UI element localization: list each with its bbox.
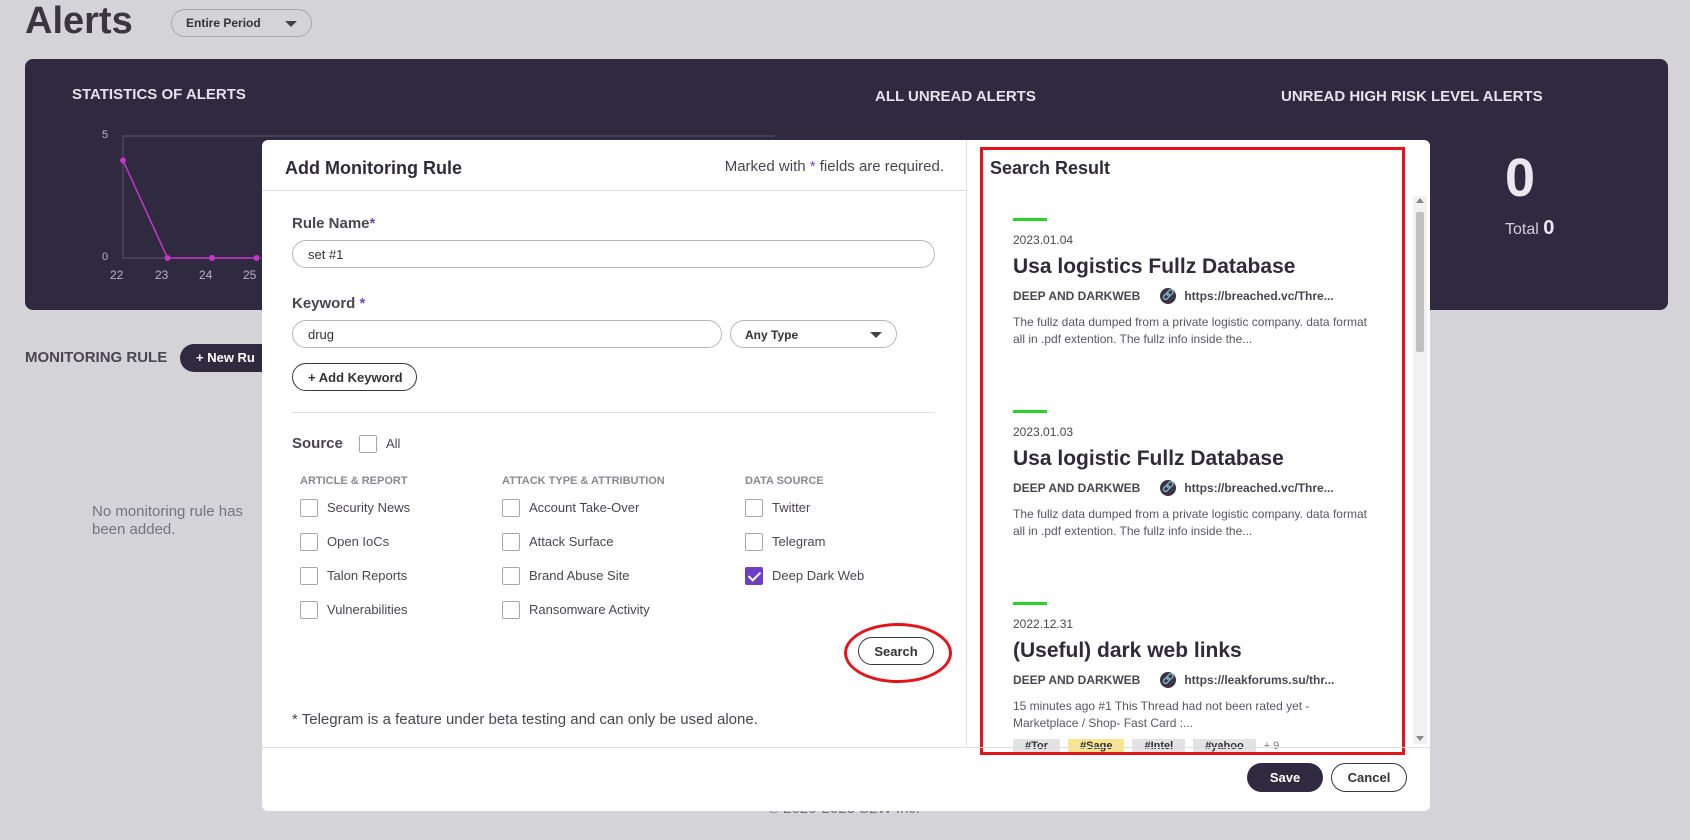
source-checkbox-label: Ransomware Activity (529, 602, 650, 617)
source-checkbox[interactable] (300, 601, 318, 619)
high-risk-title: UNREAD HIGH RISK LEVEL ALERTS (1281, 88, 1543, 105)
empty-message: No monitoring rule has been added. (92, 503, 243, 538)
rule-form: Add Monitoring Rule Marked with * fields… (262, 140, 966, 747)
source-checkbox-label: Talon Reports (327, 568, 408, 583)
source-all-checkbox[interactable] (359, 435, 377, 453)
search-result-pane: Search Result 2023.01.04 Usa logistics Fu… (967, 140, 1430, 755)
search-result-highlight (980, 147, 1405, 755)
high-risk-count: 0 (1505, 148, 1536, 208)
series-line (122, 160, 257, 259)
keyword-label-text: Keyword (292, 295, 356, 312)
category-heading: DATA SOURCE (745, 475, 824, 487)
source-checkbox-label: Security News (327, 500, 411, 515)
x-tick-label: 23 (155, 268, 169, 282)
divider (292, 412, 935, 413)
keyword-type-select[interactable]: Any Type (730, 320, 897, 348)
rule-name-label-text: Rule Name (292, 215, 370, 232)
period-select-value: Entire Period (186, 16, 261, 30)
scroll-up-icon[interactable] (1416, 198, 1424, 203)
source-checkbox-label: Twitter (772, 500, 811, 515)
rule-name-label: Rule Name* (292, 215, 375, 232)
monitoring-rule-label: MONITORING RULE (25, 349, 168, 366)
source-checkbox-label: Attack Surface (529, 534, 614, 549)
source-checkbox[interactable] (502, 567, 520, 585)
chevron-down-icon (870, 332, 882, 338)
required-star: * (369, 215, 376, 232)
data-point (164, 255, 171, 261)
cancel-button[interactable]: Cancel (1331, 763, 1407, 792)
period-select[interactable]: Entire Period (171, 9, 312, 37)
source-checkbox-label: Vulnerabilities (327, 602, 408, 617)
modal-title: Add Monitoring Rule (285, 158, 462, 178)
modal-footer: Save Cancel (262, 747, 1430, 811)
source-checkbox[interactable] (300, 567, 318, 585)
required-star: * (359, 295, 366, 312)
total-value: 0 (1543, 217, 1555, 239)
modal-header: Add Monitoring Rule Marked with * fields… (262, 140, 966, 191)
total-label: Total (1505, 221, 1539, 238)
rule-name-input[interactable]: set #1 (292, 240, 935, 268)
source-checkbox[interactable] (502, 499, 520, 517)
source-checkbox[interactable] (300, 533, 318, 551)
search-button-highlight (844, 623, 952, 683)
required-star: * (809, 158, 816, 175)
data-point (120, 157, 126, 164)
add-monitoring-rule-modal: Add Monitoring Rule Marked with * fields… (262, 140, 1430, 811)
source-checkbox[interactable] (502, 533, 520, 551)
source-label: Source (292, 435, 343, 452)
page-title: Alerts (25, 0, 133, 42)
source-checkbox[interactable] (745, 533, 763, 551)
required-note-suffix: fields are required. (819, 158, 944, 175)
source-checkbox-label: Account Take-Over (529, 500, 640, 515)
category-heading: ARTICLE & REPORT (300, 475, 408, 487)
source-all-label: All (386, 436, 401, 451)
x-tick-label: 22 (110, 268, 124, 282)
add-keyword-label: Add Keyword (318, 370, 403, 385)
save-button[interactable]: Save (1247, 763, 1323, 792)
source-checkbox-label: Telegram (772, 534, 826, 549)
chevron-down-icon (285, 21, 297, 27)
result-scrollbar[interactable] (1413, 196, 1427, 744)
x-tick-label: 25 (243, 268, 257, 282)
required-note: Marked with * fields are required. (725, 158, 944, 175)
required-note-prefix: Marked with (724, 158, 806, 175)
add-keyword-button[interactable]: + Add Keyword (292, 363, 417, 391)
source-checkbox[interactable] (745, 567, 763, 585)
keyword-input[interactable]: drug (292, 320, 722, 348)
keyword-type-value: Any Type (745, 328, 799, 342)
source-checkbox[interactable] (300, 499, 318, 517)
scroll-thumb[interactable] (1416, 212, 1424, 352)
source-checkbox-label: Open IoCs (327, 534, 390, 549)
x-tick-label: 24 (199, 268, 213, 282)
all-unread-title: ALL UNREAD ALERTS (875, 88, 1036, 105)
source-checkbox[interactable] (745, 499, 763, 517)
source-checkbox[interactable] (502, 601, 520, 619)
statistics-title: STATISTICS OF ALERTS (72, 86, 246, 103)
keyword-label: Keyword * (292, 295, 365, 312)
data-point (209, 255, 215, 261)
scroll-down-icon[interactable] (1416, 736, 1424, 741)
source-checkbox-label: Deep Dark Web (772, 568, 865, 583)
total-counter: Total 0 (1505, 217, 1554, 240)
data-point (253, 255, 260, 261)
beta-note: * Telegram is a feature under beta testi… (292, 711, 758, 728)
plus-icon: + (308, 370, 316, 385)
category-heading: ATTACK TYPE & ATTRIBUTION (502, 475, 665, 487)
source-checkbox-label: Brand Abuse Site (529, 568, 630, 583)
